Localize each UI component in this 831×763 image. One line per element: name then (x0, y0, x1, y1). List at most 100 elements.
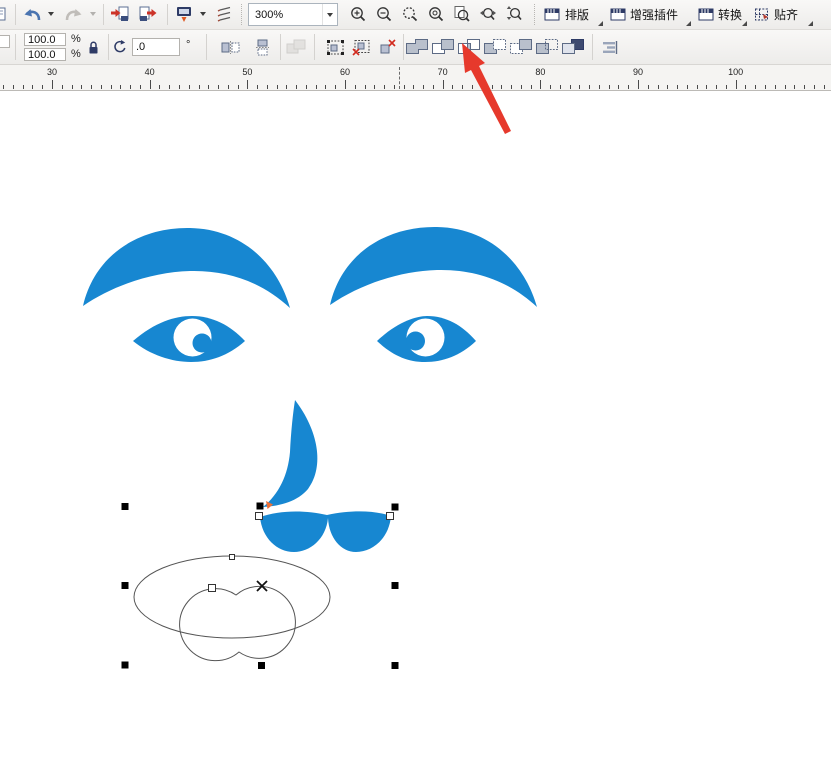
ruler-minor-tick (179, 85, 180, 89)
ruler-label: 30 (47, 67, 57, 77)
zoom-width-button[interactable] (476, 2, 500, 26)
ruler-minor-tick (394, 85, 395, 89)
ruler-minor-tick (228, 85, 229, 89)
scale-horizontal-field[interactable] (24, 33, 66, 46)
undo-button[interactable] (20, 2, 44, 26)
ruler-minor-tick (667, 85, 668, 89)
ruler-minor-tick (23, 85, 24, 89)
ruler-minor-tick (423, 85, 424, 89)
zoom-page-icon (453, 5, 471, 23)
simplify-icon (484, 39, 506, 55)
handle-top-middle[interactable] (257, 503, 264, 510)
ruler-minor-tick (521, 85, 522, 89)
ruler-label: 40 (145, 67, 155, 77)
ruler-minor-tick (404, 85, 405, 89)
redo-dropdown[interactable] (87, 2, 98, 26)
toolbar-group-plugins[interactable]: 增强插件 (630, 0, 678, 29)
group-flyout-handle[interactable] (808, 21, 813, 26)
lock-icon (87, 40, 100, 55)
options-button[interactable] (212, 2, 236, 26)
intersect-button[interactable] (457, 35, 481, 59)
undo-dropdown[interactable] (45, 2, 56, 26)
zoom-level-dropdown[interactable] (322, 4, 337, 25)
mirror-horizontal-button[interactable] (218, 35, 242, 59)
node-lip-top[interactable] (209, 585, 216, 592)
simplify-button[interactable] (483, 35, 507, 59)
left-eye-pupil[interactable] (193, 334, 212, 353)
ruler-minor-tick (277, 85, 278, 89)
scale-vertical-field[interactable] (24, 48, 66, 61)
toolbar-group-layout[interactable]: 排版 (565, 0, 589, 29)
import-button[interactable] (108, 2, 132, 26)
horizontal-ruler[interactable]: 30405060708090100 (0, 65, 831, 91)
clipped-size-field[interactable] (0, 35, 10, 48)
chevron-down-icon (327, 13, 333, 17)
toolbar-group-snap[interactable]: 贴齐 (774, 0, 798, 29)
handle-top-left[interactable] (122, 503, 129, 510)
zoom-all-objects-button[interactable] (424, 2, 448, 26)
mirror-vertical-icon (255, 39, 270, 56)
zoom-in-icon (349, 5, 367, 23)
group-flyout-handle[interactable] (598, 21, 603, 26)
ruler-minor-tick (785, 85, 786, 89)
front-minus-back-button[interactable] (509, 35, 533, 59)
export-button[interactable] (136, 2, 160, 26)
zoom-level-value: 300% (249, 9, 322, 21)
ruler-minor-tick (72, 85, 73, 89)
redo-button[interactable] (62, 2, 86, 26)
ruler-minor-tick (814, 85, 815, 89)
ruler-minor-tick (628, 85, 629, 89)
group-flyout-handle[interactable] (742, 21, 747, 26)
undo-icon (22, 6, 42, 23)
ungroup-button[interactable] (350, 35, 374, 59)
ruler-major-tick (345, 80, 346, 89)
zoom-out-button[interactable] (372, 2, 396, 26)
ruler-minor-tick (452, 85, 453, 89)
clipped-edge-button[interactable] (0, 2, 8, 26)
ruler-minor-tick (3, 85, 4, 89)
toolbar-group-convert[interactable]: 转换 (718, 0, 742, 29)
zoom-selected-button[interactable] (398, 2, 422, 26)
intersect-icon (458, 39, 480, 55)
ruler-minor-tick (824, 85, 825, 89)
ruler-minor-tick (560, 85, 561, 89)
ungroup-icon (352, 39, 372, 56)
trim-button[interactable] (431, 35, 455, 59)
ruler-cursor-indicator (399, 67, 401, 89)
ruler-minor-tick (726, 85, 727, 89)
zoom-height-button[interactable] (502, 2, 526, 26)
boundary-button[interactable] (561, 35, 585, 59)
handle-middle-right[interactable] (392, 582, 399, 589)
zoom-in-button[interactable] (346, 2, 370, 26)
app-launcher-dropdown[interactable] (197, 2, 208, 26)
node-mustache-right[interactable] (387, 513, 394, 520)
handle-bottom-left[interactable] (122, 662, 129, 669)
ruler-minor-tick (570, 85, 571, 89)
rotation-angle-field[interactable] (132, 38, 180, 56)
ruler-minor-tick (716, 85, 717, 89)
weld-button[interactable] (405, 35, 429, 59)
ungroup-all-button[interactable] (376, 35, 400, 59)
group-icon (326, 39, 346, 56)
handle-middle-left[interactable] (122, 582, 129, 589)
zoom-page-button[interactable] (450, 2, 474, 26)
back-minus-front-button[interactable] (535, 35, 559, 59)
align-distribute-button[interactable] (598, 35, 622, 59)
zoom-level-combo[interactable]: 300% (248, 3, 338, 26)
separator (403, 34, 404, 60)
handle-bottom-middle[interactable] (258, 662, 265, 669)
app-launcher-button[interactable] (172, 2, 196, 26)
ruler-minor-tick (462, 85, 463, 89)
right-eye-pupil[interactable] (406, 332, 425, 351)
handle-top-right[interactable] (392, 504, 399, 511)
group-button[interactable] (324, 35, 348, 59)
node-ellipse-top[interactable] (230, 555, 235, 560)
separator (534, 4, 536, 25)
handle-bottom-right[interactable] (392, 662, 399, 669)
ruler-minor-tick (794, 85, 795, 89)
mirror-vertical-button[interactable] (250, 35, 274, 59)
group-flyout-handle[interactable] (686, 21, 691, 26)
zoom-out-icon (375, 5, 393, 23)
node-mustache-left[interactable] (256, 513, 263, 520)
lock-ratio-button[interactable] (84, 38, 102, 56)
